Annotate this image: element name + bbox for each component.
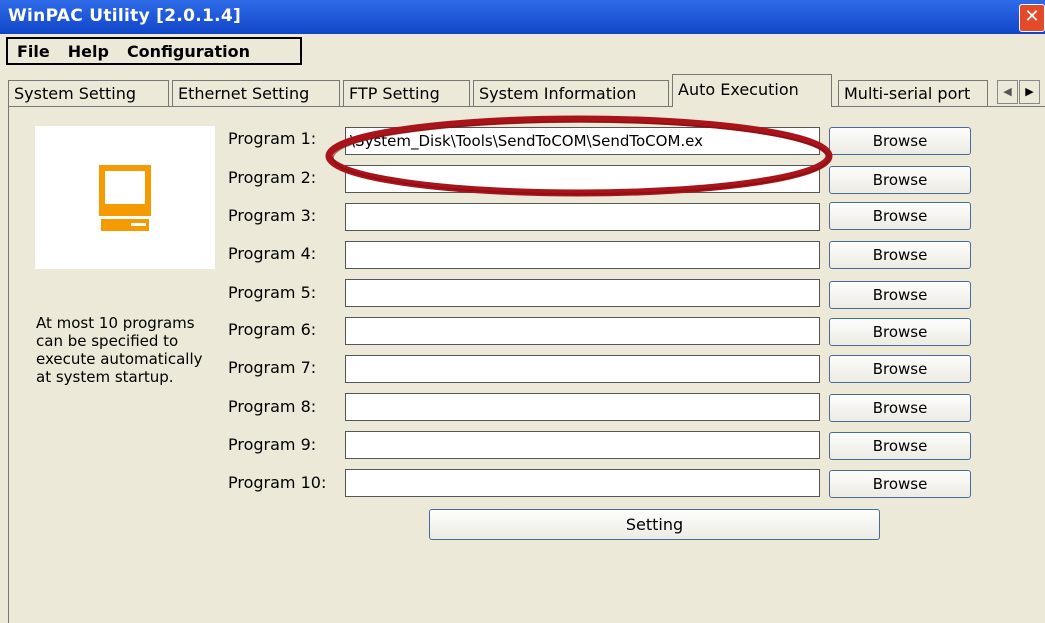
program-4-label: Program 4: [228,244,317,263]
program-5-browse-button[interactable]: Browse [829,281,971,309]
program-7-browse-button[interactable]: Browse [829,355,971,383]
program-4-browse-button[interactable]: Browse [829,241,971,269]
program-8-label: Program 8: [228,397,317,416]
menu-configuration[interactable]: Configuration [118,42,259,61]
program-1-browse-button[interactable]: Browse [829,127,971,155]
program-3-label: Program 3: [228,206,317,225]
tab-ethernet-setting[interactable]: Ethernet Setting [172,80,340,106]
program-1-input[interactable]: \System_Disk\Tools\SendToCOM\SendToCOM.e… [345,127,820,155]
setting-button[interactable]: Setting [429,509,880,540]
tab-scroll-left-icon[interactable]: ◀ [997,80,1018,104]
program-2-label: Program 2: [228,168,317,187]
title-bar: WinPAC Utility [2.0.1.4] ✕ [0,0,1045,34]
tab-auto-execution[interactable]: Auto Execution [672,74,832,107]
program-6-browse-button[interactable]: Browse [829,318,971,346]
tab-system-information[interactable]: System Information [473,80,669,106]
program-10-browse-button[interactable]: Browse [829,470,971,498]
computer-icon [99,165,151,231]
program-2-browse-button[interactable]: Browse [829,166,971,194]
menu-help[interactable]: Help [59,42,118,61]
program-6-input[interactable] [345,317,820,345]
window-title: WinPAC Utility [2.0.1.4] [8,6,242,26]
program-2-input[interactable] [345,165,820,193]
program-7-label: Program 7: [228,358,317,377]
program-5-label: Program 5: [228,283,317,302]
menu-bar: File Help Configuration [6,37,302,65]
program-9-label: Program 9: [228,435,317,454]
tab-scroll-right-icon[interactable]: ▶ [1019,80,1040,104]
program-9-input[interactable] [345,431,820,459]
program-9-browse-button[interactable]: Browse [829,432,971,460]
tab-multi-serial-port[interactable]: Multi-serial port [838,80,988,106]
tab-system-setting[interactable]: System Setting [8,80,169,106]
program-6-label: Program 6: [228,320,317,339]
program-8-browse-button[interactable]: Browse [829,394,971,422]
tab-ftp-setting[interactable]: FTP Setting [343,80,470,106]
program-7-input[interactable] [345,355,820,383]
program-10-label: Program 10: [228,473,327,492]
menu-file[interactable]: File [8,42,59,61]
program-3-browse-button[interactable]: Browse [829,202,971,230]
program-5-input[interactable] [345,279,820,307]
program-1-label: Program 1: [228,129,317,148]
close-button[interactable]: ✕ [1019,4,1045,32]
program-3-input[interactable] [345,203,820,231]
auto-execution-description: At most 10 programs can be specified to … [36,314,203,386]
program-4-input[interactable] [345,241,820,269]
program-10-input[interactable] [345,469,820,497]
tab-strip: System Setting Ethernet Setting FTP Sett… [8,74,1045,107]
program-8-input[interactable] [345,393,820,421]
icon-panel [35,126,215,269]
